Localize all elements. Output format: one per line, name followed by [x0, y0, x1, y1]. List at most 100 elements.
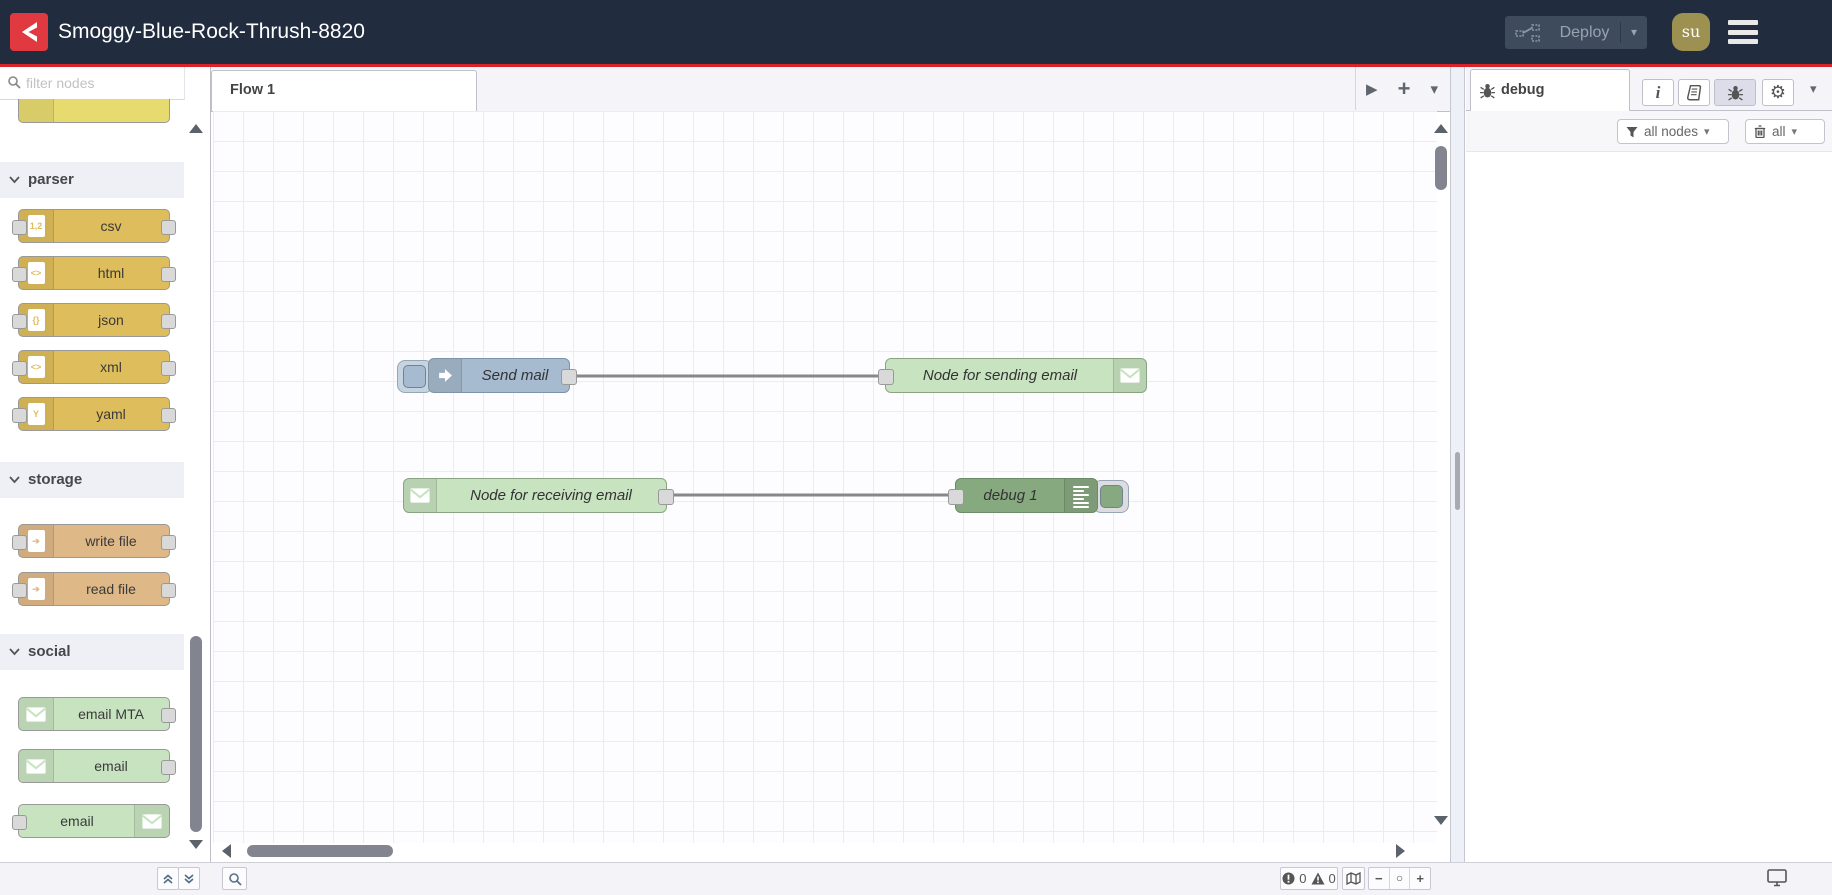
inject-arrow-icon: [429, 359, 462, 392]
deploy-button[interactable]: Deploy ▾: [1505, 16, 1647, 49]
palette-category-storage[interactable]: storage: [0, 462, 184, 498]
port-input[interactable]: [12, 219, 27, 235]
canvas-hscrollbar-thumb[interactable]: [247, 845, 393, 857]
zoom-reset-button[interactable]: ○: [1388, 868, 1410, 889]
palette-node-write-file[interactable]: ➔ write file: [12, 524, 176, 558]
port-output[interactable]: [161, 360, 176, 376]
debug-tab-button[interactable]: [1714, 79, 1756, 106]
palette-node-email[interactable]: email: [12, 804, 170, 838]
help-tab-button[interactable]: [1678, 79, 1710, 106]
palette-node-partial[interactable]: [18, 99, 170, 123]
palette-scroll-up-icon[interactable]: [189, 124, 203, 133]
port-input[interactable]: [12, 582, 27, 598]
expand-all-categories-button[interactable]: [178, 867, 200, 890]
port-output[interactable]: [161, 313, 176, 329]
sidebar-separator-grip[interactable]: [1455, 452, 1460, 510]
port-input[interactable]: [12, 266, 27, 282]
debug-toggle-button[interactable]: [1093, 480, 1129, 513]
flow-canvas[interactable]: Send mail Node for sending email Node fo…: [213, 111, 1437, 843]
debug-sidebar: debug i ⚙ ▾ all nodes ▾ all ▾: [1466, 67, 1832, 862]
canvas-scroll-right-icon[interactable]: [1396, 844, 1405, 858]
palette-category-social[interactable]: social: [0, 634, 184, 670]
add-flow-icon[interactable]: +: [1398, 76, 1411, 102]
port-input[interactable]: [12, 313, 27, 329]
chevron-down-icon: ▾: [1704, 126, 1710, 138]
debug-filter-bar: all nodes ▾ all ▾: [1466, 111, 1832, 152]
debug-clear-button[interactable]: all ▾: [1745, 119, 1825, 144]
user-avatar[interactable]: su: [1672, 13, 1710, 51]
palette-node-email[interactable]: email: [18, 749, 176, 783]
canvas-scroll-left-icon[interactable]: [222, 844, 231, 858]
palette-scrollbar-thumb[interactable]: [190, 636, 202, 832]
flow-status-indicator[interactable]: 0 0: [1280, 867, 1338, 890]
palette-scroll-down-icon[interactable]: [189, 840, 203, 849]
debug-filter-label: all nodes: [1644, 124, 1699, 139]
open-debug-window-button[interactable]: [1766, 868, 1788, 893]
port-output[interactable]: [161, 219, 176, 235]
deploy-options-chevron-icon[interactable]: ▾: [1620, 22, 1647, 43]
palette-node-read-file[interactable]: ➔ read file: [12, 572, 176, 606]
port-input[interactable]: [878, 368, 894, 385]
flow-node-label: Node for sending email: [922, 367, 1078, 384]
node-button-inner: [1100, 485, 1123, 508]
port-output[interactable]: [161, 266, 176, 282]
port-output[interactable]: [658, 488, 674, 505]
flow-node-debug-1[interactable]: debug 1: [948, 478, 1129, 513]
palette-node-label: email: [94, 758, 128, 774]
main-menu-icon[interactable]: [1728, 20, 1758, 44]
canvas-scroll-up-icon[interactable]: [1434, 124, 1448, 133]
collapse-all-categories-button[interactable]: [157, 867, 179, 890]
port-output[interactable]: [161, 582, 176, 598]
palette-node-csv[interactable]: 1,2 csv: [12, 209, 176, 243]
palette-node-html[interactable]: <> html: [12, 256, 176, 290]
debug-filter-button[interactable]: all nodes ▾: [1617, 119, 1729, 144]
palette-node-xml[interactable]: <> xml: [12, 350, 176, 384]
node-palette: parser 1,2csv <>html {}json <>xml Yyaml storag…: [0, 67, 210, 895]
category-label: parser: [28, 171, 74, 188]
bug-icon: [1727, 86, 1743, 101]
flow-list-chevron-icon[interactable]: ▾: [1430, 80, 1438, 98]
deploy-icon: [1515, 23, 1540, 42]
flow-node-send-mail[interactable]: Send mail: [397, 358, 577, 393]
node-body: debug 1: [955, 478, 1098, 513]
palette-node-yaml[interactable]: Yyaml: [12, 397, 176, 431]
palette-node-json[interactable]: {} json: [12, 303, 176, 337]
node-button-inner: [403, 365, 426, 388]
zoom-out-button[interactable]: −: [1369, 868, 1389, 889]
port-input[interactable]: [12, 814, 27, 830]
chevron-down-icon: ▾: [1791, 126, 1798, 138]
tab-flow-1[interactable]: Flow 1: [211, 70, 477, 111]
flow-node-label: debug 1: [983, 487, 1038, 504]
navigator-button[interactable]: [1342, 867, 1365, 890]
search-flows-button[interactable]: [222, 867, 247, 890]
canvas-vscrollbar-thumb[interactable]: [1435, 146, 1447, 190]
canvas-scroll-down-icon[interactable]: [1434, 816, 1448, 825]
warning-icon: [1311, 872, 1324, 885]
port-input[interactable]: [12, 407, 27, 423]
port-output[interactable]: [561, 368, 577, 385]
config-tab-button[interactable]: ⚙: [1762, 79, 1794, 106]
monitor-icon: [1767, 869, 1787, 887]
palette-node-label: email MTA: [78, 706, 144, 722]
port-output[interactable]: [161, 407, 176, 423]
zoom-in-button[interactable]: +: [1409, 868, 1430, 889]
sidebar-menu-chevron-icon[interactable]: ▾: [1810, 81, 1817, 97]
palette-category-parser[interactable]: parser: [0, 162, 184, 198]
palette-divider: [210, 67, 211, 895]
tab-debug[interactable]: debug: [1470, 69, 1630, 111]
scroll-tabs-right-icon[interactable]: ▶: [1366, 80, 1378, 98]
port-output[interactable]: [161, 707, 176, 723]
palette-filter-input[interactable]: [24, 70, 180, 96]
envelope-icon: [19, 698, 54, 730]
port-output[interactable]: [161, 759, 176, 775]
debug-clear-label: all: [1772, 124, 1786, 139]
info-tab-button[interactable]: i: [1642, 79, 1674, 106]
palette-node-email-MTA[interactable]: email MTA: [18, 697, 176, 731]
port-input[interactable]: [948, 488, 964, 505]
flow-node-node-for-receiving-email[interactable]: Node for receiving email: [403, 478, 674, 513]
flow-node-node-for-sending-email[interactable]: Node for sending email: [878, 358, 1147, 393]
port-output[interactable]: [161, 534, 176, 550]
envelope-icon: [134, 805, 169, 837]
port-input[interactable]: [12, 360, 27, 376]
port-input[interactable]: [12, 534, 27, 550]
